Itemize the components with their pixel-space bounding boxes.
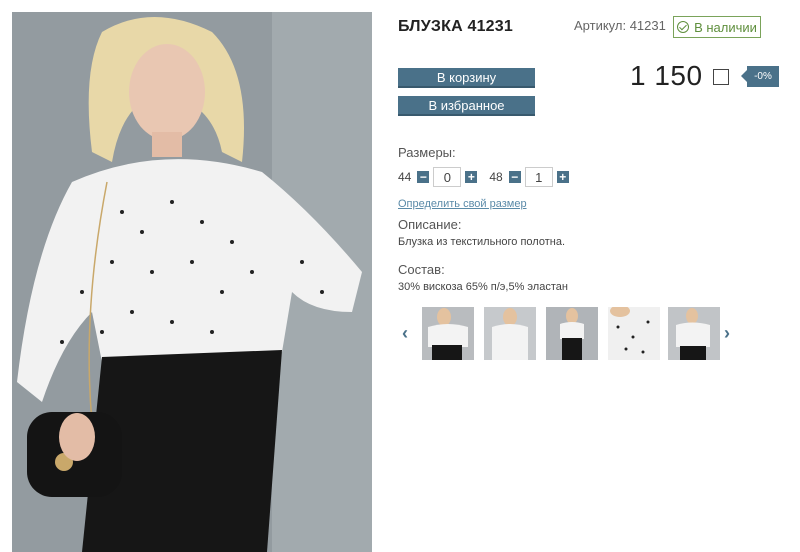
thumbnail[interactable] xyxy=(546,307,598,360)
product-title: БЛУЗКА 41231 xyxy=(398,18,513,35)
thumbnail[interactable] xyxy=(608,307,660,360)
size-48-minus-button[interactable]: − xyxy=(508,171,521,183)
size-value: 44 xyxy=(398,170,412,184)
sizes-label: Размеры: xyxy=(398,145,456,160)
chevron-right-icon[interactable]: › xyxy=(724,323,730,344)
size-48-quantity[interactable]: 1 xyxy=(524,167,553,187)
thumbnail-gallery: ‹ › xyxy=(398,305,743,361)
check-circle-icon xyxy=(677,21,690,33)
description-text: Блузка из текстильного полотна. xyxy=(398,236,566,248)
composition-text: 30% вискоза 65% п/э,5% эластан xyxy=(398,281,568,293)
discount-badge: -0% xyxy=(741,66,779,87)
size-selector: 44 − 0 + 48 − 1 + xyxy=(398,167,569,187)
price-value: 1 150 xyxy=(630,60,703,91)
stock-badge: В наличии xyxy=(673,16,761,38)
add-to-cart-button[interactable]: В корзину xyxy=(398,68,535,88)
composition-label: Состав: xyxy=(398,262,445,277)
add-to-favorites-button[interactable]: В избранное xyxy=(398,96,535,116)
size-44-quantity[interactable]: 0 xyxy=(433,167,462,187)
thumbnail[interactable] xyxy=(668,307,720,360)
product-photo-illustration xyxy=(12,12,372,552)
product-main-photo[interactable] xyxy=(12,12,372,552)
description-label: Описание: xyxy=(398,217,462,232)
sku-label: Артикул: 41231 xyxy=(574,18,666,33)
size-48-plus-button[interactable]: + xyxy=(556,171,569,183)
thumbnail[interactable] xyxy=(484,307,536,360)
thumbnail[interactable] xyxy=(422,307,474,360)
currency-icon xyxy=(713,69,729,85)
find-size-link[interactable]: Определить свой размер xyxy=(398,198,527,210)
size-44-plus-button[interactable]: + xyxy=(465,171,478,183)
size-44-minus-button[interactable]: − xyxy=(417,171,430,183)
size-value: 48 xyxy=(489,170,503,184)
stock-label: В наличии xyxy=(694,19,757,35)
chevron-left-icon[interactable]: ‹ xyxy=(402,323,408,344)
